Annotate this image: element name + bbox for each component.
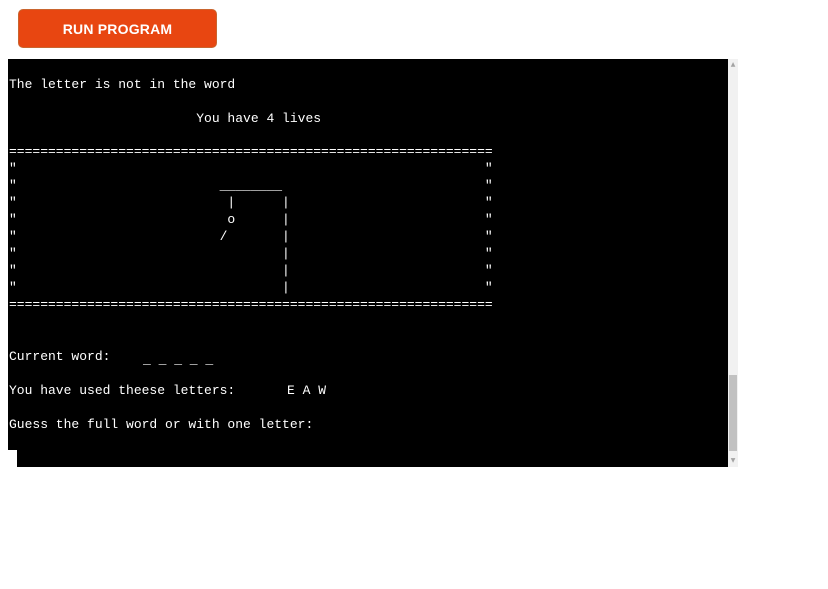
gallows-row-2: " ________ " (9, 178, 493, 193)
gallows-row-5: " / | " (9, 229, 493, 244)
scrollbar-thumb[interactable] (729, 375, 737, 451)
gallows-row-3: " | | " (9, 195, 493, 210)
result-message: The letter is not in the word (9, 77, 236, 92)
terminal-output[interactable]: The letter is not in the word You have 4… (8, 59, 728, 467)
current-word-value: _ _ _ _ _ (143, 352, 214, 367)
gallows-row-4: " o | " (9, 212, 493, 227)
scroll-down-icon[interactable]: ▼ (728, 455, 738, 467)
run-program-button[interactable]: RUN PROGRAM (18, 9, 217, 48)
gallows-row-8: " | " (9, 280, 493, 295)
gallows-border-top: ========================================… (9, 144, 493, 159)
used-letters-label: You have used theese letters: (9, 383, 236, 398)
current-word-label: Current word: (9, 349, 111, 364)
gallows-row-6: " | " (9, 246, 493, 261)
used-letters-value: E A W (287, 383, 327, 398)
input-prompt: Guess the full word or with one letter: (9, 417, 314, 432)
gallows-row-1: " " (9, 161, 493, 176)
scroll-up-icon[interactable]: ▲ (728, 59, 738, 71)
gallows-row-7: " | " (9, 263, 493, 278)
terminal-corner-notch (8, 450, 17, 468)
lives-count: You have 4 lives (9, 111, 322, 126)
terminal-scrollbar[interactable]: ▲ ▼ (728, 59, 738, 467)
gallows-border-bottom: ========================================… (9, 297, 493, 312)
